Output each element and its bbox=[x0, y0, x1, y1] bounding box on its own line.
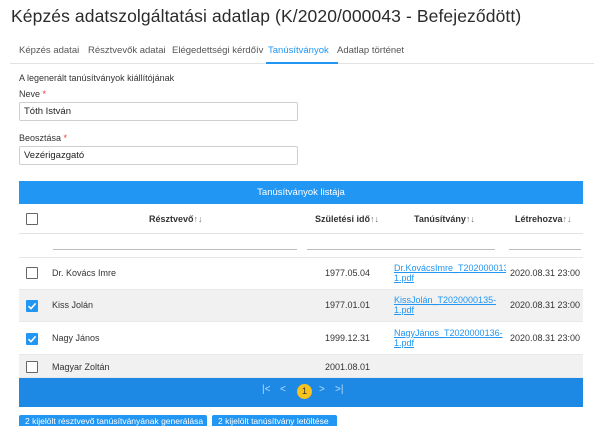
check-icon bbox=[27, 335, 37, 343]
position-field-label: Beosztása * bbox=[19, 133, 67, 143]
birth-date: 1977.05.04 bbox=[325, 268, 371, 278]
sort-icon[interactable]: ↑↓ bbox=[466, 214, 475, 224]
column-certificate[interactable]: Tanúsítvány↑↓ bbox=[414, 214, 475, 224]
column-birth-date[interactable]: Születési idő↑↓ bbox=[315, 214, 379, 224]
next-page-button[interactable]: > bbox=[319, 384, 325, 395]
certificate-link[interactable]: Dr.KovácsImre_T202000013(1.pdf bbox=[394, 263, 506, 283]
certificate-filter-input[interactable] bbox=[395, 249, 495, 250]
birth-date: 2001.08.01 bbox=[325, 362, 371, 372]
participant-name: Kiss Jolán bbox=[52, 300, 94, 310]
row-checkbox[interactable] bbox=[26, 267, 38, 279]
required-marker: * bbox=[42, 89, 47, 99]
prev-page-button[interactable]: < bbox=[280, 384, 286, 395]
tab-certificates[interactable]: Tanúsítványok bbox=[268, 45, 329, 56]
certificate-link[interactable]: KissJolán_T2020000135- 1.pdf bbox=[394, 295, 506, 315]
row-checkbox[interactable] bbox=[26, 333, 38, 345]
tab-bar: Képzés adatai Résztvevők adatai Elégedet… bbox=[10, 41, 594, 64]
name-input[interactable] bbox=[19, 102, 298, 121]
download-certificates-button[interactable]: 2 kijelölt tanúsítvány letöltése bbox=[212, 415, 337, 426]
check-icon bbox=[27, 302, 37, 310]
column-header-row: Résztvevő↑↓ Születési idő↑↓ Tanúsítvány↑… bbox=[19, 204, 583, 234]
table-row[interactable]: Kiss Jolán 1977.01.01 KissJolán_T2020000… bbox=[19, 290, 583, 322]
last-page-button[interactable]: >| bbox=[335, 384, 343, 395]
created-date: 2020.08.31 23:00 bbox=[510, 268, 581, 278]
sort-icon[interactable]: ↑↓ bbox=[370, 214, 379, 224]
table-row[interactable]: Nagy János 1999.12.31 NagyJános_T2020000… bbox=[19, 322, 583, 355]
created-date: 2020.08.31 23:00 bbox=[510, 300, 581, 310]
first-page-button[interactable]: |< bbox=[262, 384, 270, 395]
position-input[interactable] bbox=[19, 146, 298, 165]
column-participant[interactable]: Résztvevő↑↓ bbox=[149, 214, 203, 224]
tab-participants[interactable]: Résztvevők adatai bbox=[88, 45, 166, 56]
participant-name: Magyar Zoltán bbox=[52, 362, 110, 372]
certificate-link[interactable]: NagyJános_T2020000136- 1.pdf bbox=[394, 328, 506, 348]
participant-name: Dr. Kovács Imre bbox=[52, 268, 117, 278]
table-row[interactable]: Magyar Zoltán 2001.08.01 bbox=[19, 355, 583, 378]
paginator: |< < 1 > >| bbox=[19, 378, 583, 407]
required-marker: * bbox=[63, 133, 68, 143]
page-button-current[interactable]: 1 bbox=[297, 384, 312, 399]
birth-date-filter-input[interactable] bbox=[307, 249, 401, 250]
tab-history[interactable]: Adatlap történet bbox=[337, 45, 404, 56]
filter-row bbox=[19, 234, 583, 258]
tab-satisfaction-survey[interactable]: Elégedettségi kérdőív bbox=[172, 45, 263, 56]
birth-date: 1999.12.31 bbox=[325, 333, 371, 343]
participant-name: Nagy János bbox=[52, 333, 100, 343]
page-title: Képzés adatszolgáltatási adatlap (K/2020… bbox=[11, 6, 522, 26]
created-date: 2020.08.31 23:00 bbox=[510, 333, 581, 343]
sort-icon[interactable]: ↑↓ bbox=[194, 214, 203, 224]
generate-certificates-button[interactable]: 2 kijelölt résztvevő tanúsítványának gen… bbox=[19, 415, 207, 426]
column-created[interactable]: Létrehozva↑↓ bbox=[515, 214, 572, 224]
sort-icon[interactable]: ↑↓ bbox=[563, 214, 572, 224]
created-filter-input[interactable] bbox=[509, 249, 581, 250]
tab-course-data[interactable]: Képzés adatai bbox=[19, 45, 79, 56]
select-all-checkbox[interactable] bbox=[26, 213, 38, 225]
certificates-table: Tanúsítványok listája Résztvevő↑↓ Szület… bbox=[19, 181, 583, 407]
position-label-text: Beosztása bbox=[19, 133, 62, 143]
row-checkbox[interactable] bbox=[26, 300, 38, 312]
active-tab-indicator bbox=[266, 62, 338, 64]
participant-filter-input[interactable] bbox=[53, 249, 297, 250]
birth-date: 1977.01.01 bbox=[325, 300, 371, 310]
issuer-section-label: A legenerált tanúsítványok kiállítójának bbox=[19, 73, 175, 83]
name-label-text: Neve bbox=[19, 89, 41, 99]
name-field-label: Neve * bbox=[19, 89, 46, 99]
row-checkbox[interactable] bbox=[26, 361, 38, 373]
table-row[interactable]: Dr. Kovács Imre 1977.05.04 Dr.KovácsImre… bbox=[19, 258, 583, 290]
table-title: Tanúsítványok listája bbox=[19, 181, 583, 204]
